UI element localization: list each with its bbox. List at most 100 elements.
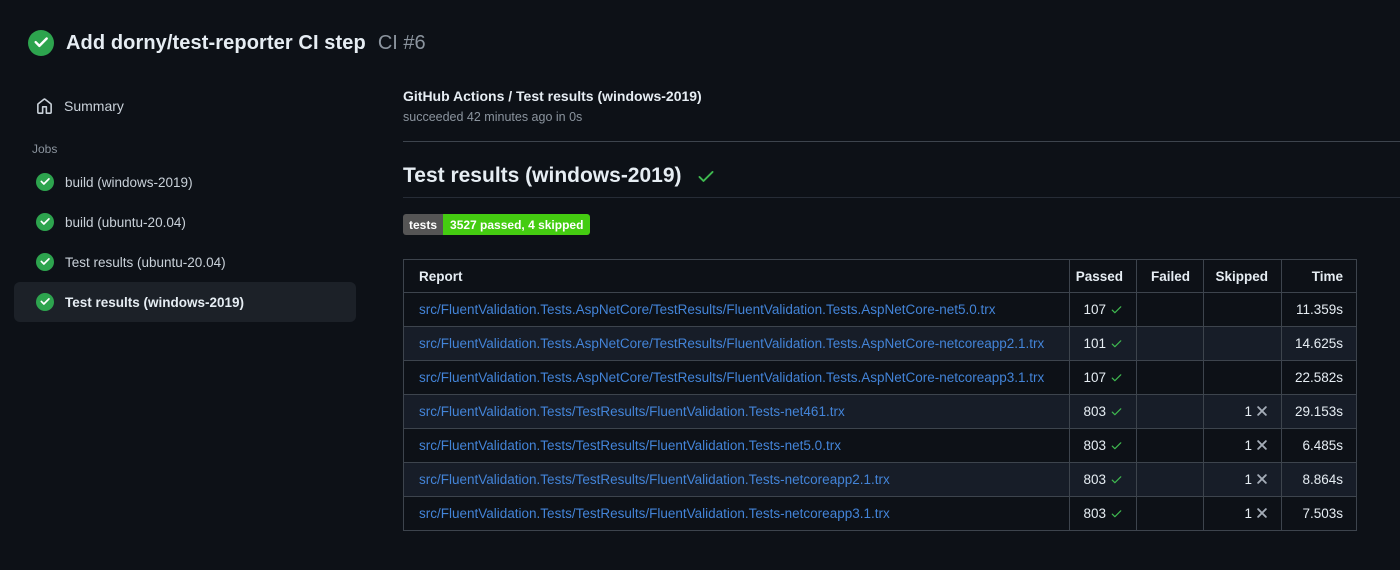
job-label: Test results (ubuntu-20.04) <box>65 254 226 270</box>
jobs-list: build (windows-2019) build (ubuntu-20.04… <box>0 162 400 322</box>
run-title: Add dorny/test-reporter CI step <box>66 31 366 54</box>
sidebar-item-job[interactable]: Test results (ubuntu-20.04) <box>14 242 356 282</box>
report-heading-text: Test results (windows-2019) <box>403 164 682 187</box>
table-row: src/FluentValidation.Tests.AspNetCore/Te… <box>403 326 1357 361</box>
check-icon <box>1111 374 1122 382</box>
time-cell: 29.153s <box>1281 394 1357 429</box>
table-row: src/FluentValidation.Tests/TestResults/F… <box>403 394 1357 429</box>
report-cell: src/FluentValidation.Tests/TestResults/F… <box>403 394 1070 429</box>
failed-cell <box>1136 326 1204 361</box>
report-cell: src/FluentValidation.Tests/TestResults/F… <box>403 462 1070 497</box>
sidebar-item-summary[interactable]: Summary <box>14 86 356 126</box>
column-header-report: Report <box>403 259 1070 293</box>
failed-cell <box>1136 462 1204 497</box>
report-link[interactable]: src/FluentValidation.Tests.AspNetCore/Te… <box>419 336 1044 351</box>
skipped-cell <box>1203 360 1282 395</box>
results-table: Report Passed Failed Skipped Time src/Fluent… <box>403 259 1357 531</box>
report-link[interactable]: src/FluentValidation.Tests/TestResults/F… <box>419 438 841 453</box>
content: Summary Jobs build (windows-2019) build … <box>0 58 1400 531</box>
check-icon <box>1111 476 1122 484</box>
sidebar-item-job[interactable]: build (ubuntu-20.04) <box>14 202 356 242</box>
report-link[interactable]: src/FluentValidation.Tests.AspNetCore/Te… <box>419 370 1044 385</box>
results-table-header: Report Passed Failed Skipped Time <box>403 259 1357 293</box>
passed-cell: 101 <box>1069 326 1137 361</box>
x-icon <box>1257 406 1267 416</box>
skipped-cell: 1 <box>1203 394 1282 429</box>
report-link[interactable]: src/FluentValidation.Tests.AspNetCore/Te… <box>419 302 996 317</box>
report-cell: src/FluentValidation.Tests.AspNetCore/Te… <box>403 360 1070 395</box>
table-row: src/FluentValidation.Tests/TestResults/F… <box>403 428 1357 463</box>
job-label: build (windows-2019) <box>65 174 193 190</box>
run-success-check-circle-icon <box>28 30 54 56</box>
tests-badge: tests 3527 passed, 4 skipped <box>403 214 591 235</box>
job-label: Test results (windows-2019) <box>65 294 245 310</box>
sidebar-item-job[interactable]: Test results (windows-2019) <box>14 282 356 322</box>
table-row: src/FluentValidation.Tests.AspNetCore/Te… <box>403 292 1357 327</box>
failed-cell <box>1136 394 1204 429</box>
home-icon <box>36 97 53 115</box>
column-header-skipped: Skipped <box>1203 259 1282 293</box>
check-icon <box>1111 510 1122 518</box>
header-divider <box>403 141 1400 142</box>
report-cell: src/FluentValidation.Tests/TestResults/F… <box>403 428 1070 463</box>
run-header: Add dorny/test-reporter CI step CI #6 <box>0 0 1400 58</box>
check-icon <box>1111 408 1122 416</box>
check-icon <box>1111 340 1122 348</box>
column-header-passed: Passed <box>1069 259 1137 293</box>
report-cell: src/FluentValidation.Tests/TestResults/F… <box>403 496 1070 531</box>
header-row: Report Passed Failed Skipped Time <box>403 259 1357 293</box>
check-run-status-line: succeeded 42 minutes ago in 0s <box>403 110 583 124</box>
failed-cell <box>1136 496 1204 531</box>
table-row: src/FluentValidation.Tests.AspNetCore/Te… <box>403 360 1357 395</box>
failed-cell <box>1136 428 1204 463</box>
job-success-check-circle-icon <box>36 253 54 271</box>
results-table-body: src/FluentValidation.Tests.AspNetCore/Te… <box>403 292 1357 531</box>
sidebar: Summary Jobs build (windows-2019) build … <box>0 58 400 531</box>
run-number: CI #6 <box>377 31 426 54</box>
check-icon <box>696 166 716 186</box>
time-cell: 7.503s <box>1281 496 1357 531</box>
skipped-cell: 1 <box>1203 428 1282 463</box>
workflow-run-page: Add dorny/test-reporter CI step CI #6 Su… <box>0 0 1400 570</box>
passed-cell: 803 <box>1069 496 1137 531</box>
time-cell: 6.485s <box>1281 428 1357 463</box>
time-cell: 22.582s <box>1281 360 1357 395</box>
time-cell: 14.625s <box>1281 326 1357 361</box>
skipped-cell: 1 <box>1203 462 1282 497</box>
report-link[interactable]: src/FluentValidation.Tests/TestResults/F… <box>419 404 845 419</box>
failed-cell <box>1136 292 1204 327</box>
jobs-section-label: Jobs <box>32 142 58 156</box>
check-run-name: GitHub Actions / Test results (windows-2… <box>403 88 702 104</box>
column-header-failed: Failed <box>1136 259 1204 293</box>
passed-cell: 803 <box>1069 394 1137 429</box>
job-success-check-circle-icon <box>36 293 54 311</box>
summary-label: Summary <box>64 98 124 114</box>
x-icon <box>1257 440 1267 450</box>
skipped-cell: 1 <box>1203 496 1282 531</box>
table-row: src/FluentValidation.Tests/TestResults/F… <box>403 462 1357 497</box>
job-success-check-circle-icon <box>36 173 54 191</box>
job-label: build (ubuntu-20.04) <box>65 214 186 230</box>
skipped-cell <box>1203 292 1282 327</box>
check-icon <box>1111 306 1122 314</box>
check-icon <box>1111 442 1122 450</box>
failed-cell <box>1136 360 1204 395</box>
sidebar-item-job[interactable]: build (windows-2019) <box>14 162 356 202</box>
report-link[interactable]: src/FluentValidation.Tests/TestResults/F… <box>419 472 890 487</box>
column-header-time: Time <box>1281 259 1357 293</box>
time-cell: 8.864s <box>1281 462 1357 497</box>
time-cell: 11.359s <box>1281 292 1357 327</box>
passed-cell: 107 <box>1069 292 1137 327</box>
tests-badge-value: 3527 passed, 4 skipped <box>443 214 591 235</box>
table-row: src/FluentValidation.Tests/TestResults/F… <box>403 496 1357 531</box>
x-icon <box>1257 508 1267 518</box>
passed-cell: 803 <box>1069 462 1137 497</box>
report-link[interactable]: src/FluentValidation.Tests/TestResults/F… <box>419 506 890 521</box>
report-heading: Test results (windows-2019) <box>403 164 1400 198</box>
passed-cell: 803 <box>1069 428 1137 463</box>
check-run-panel: GitHub Actions / Test results (windows-2… <box>400 58 1400 531</box>
passed-cell: 107 <box>1069 360 1137 395</box>
report-cell: src/FluentValidation.Tests.AspNetCore/Te… <box>403 292 1070 327</box>
report-cell: src/FluentValidation.Tests.AspNetCore/Te… <box>403 326 1070 361</box>
tests-badge-label: tests <box>403 214 444 235</box>
